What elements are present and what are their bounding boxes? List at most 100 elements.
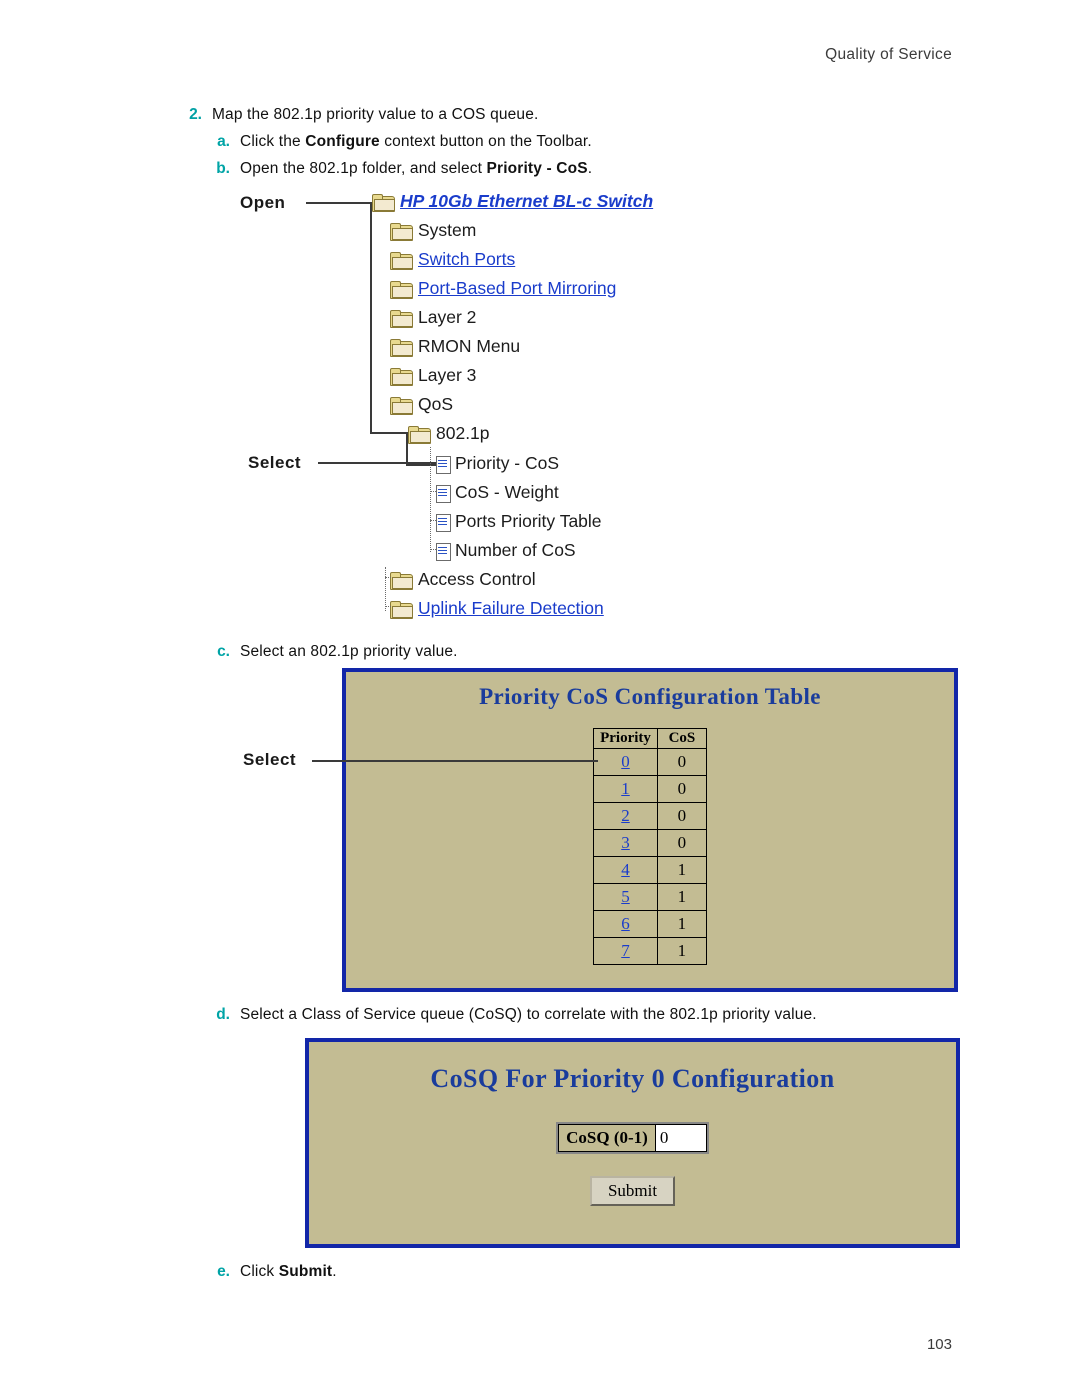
step-e: e. Click Submit. (208, 1262, 337, 1283)
tree-item-label: Switch Ports (418, 249, 516, 269)
tree-item-label: Layer 3 (418, 365, 477, 385)
folder-icon (390, 571, 413, 590)
table-row: 7 1 (593, 937, 707, 965)
priority-cell[interactable]: 1 (593, 775, 658, 803)
document-icon (435, 513, 451, 532)
tree-item-system[interactable]: System (390, 220, 476, 241)
tree-item-label: Ports Priority Table (455, 511, 602, 531)
tree-branch-8021p (370, 432, 408, 434)
tree-item-label: System (418, 220, 477, 240)
step-e-text: Click Submit. (240, 1262, 337, 1283)
step-a-bold: Configure (305, 133, 380, 150)
priority-link[interactable]: 5 (621, 887, 630, 906)
running-head: Quality of Service (825, 46, 952, 63)
priority-link[interactable]: 4 (621, 860, 630, 879)
step-c-marker: c. (217, 643, 230, 660)
step-b-text: Open the 802.1p folder, and select Prior… (240, 159, 592, 180)
tree-item-priority-cos[interactable]: Priority - CoS (435, 453, 559, 474)
tree-item-8021p[interactable]: 802.1p (408, 423, 490, 444)
step-a-marker: a. (217, 133, 230, 150)
priority-cos-panel: Priority CoS Configuration Table Priorit… (342, 668, 958, 992)
submit-button[interactable]: Submit (589, 1176, 676, 1206)
step-a-pre: Click the (240, 133, 306, 150)
table-row: 5 1 (593, 883, 707, 911)
tree-item-cos-weight[interactable]: CoS - Weight (435, 482, 559, 503)
table-row: 3 0 (593, 829, 707, 857)
step-c: c. Select an 802.1p priority value. (208, 642, 458, 663)
step-a: a. Click the Configure context button on… (208, 132, 592, 153)
priority-link[interactable]: 7 (621, 941, 630, 960)
cos-cell: 0 (656, 748, 707, 776)
tree-item-label: Uplink Failure Detection (418, 598, 604, 618)
priority-link[interactable]: 6 (621, 914, 630, 933)
table-header-row: Priority CoS (593, 728, 707, 749)
navigation-tree-figure: Open Select HP 10Gb Ethernet BL-c Switch… (240, 185, 860, 635)
folder-icon (372, 193, 395, 212)
table-row: 6 1 (593, 910, 707, 938)
priority-cos-table: Priority CoS 0 0 1 0 2 0 3 0 4 1 5 1 6 1… (593, 728, 707, 965)
tree-item-label: Layer 2 (418, 307, 477, 327)
step-b-post: . (587, 160, 593, 177)
priority-cell[interactable]: 6 (593, 910, 658, 938)
tree-item-layer-2[interactable]: Layer 2 (390, 307, 476, 328)
folder-icon (390, 309, 413, 328)
tree-dotted-tick (385, 606, 391, 607)
cosq-input[interactable] (654, 1124, 707, 1152)
tree-item-switch-ports[interactable]: Switch Ports (390, 249, 515, 270)
cos-cell: 1 (656, 856, 707, 884)
select-callout-label: Select (248, 453, 302, 472)
open-callout-label: Open (240, 193, 286, 212)
tree-trunk-line (370, 202, 372, 434)
priority-link[interactable]: 1 (621, 779, 630, 798)
priority-cell[interactable]: 2 (593, 802, 658, 830)
step-e-post: . (332, 1263, 337, 1280)
priority-link[interactable]: 2 (621, 806, 630, 825)
priority-cell[interactable]: 7 (593, 937, 658, 965)
table-row: 2 0 (593, 802, 707, 830)
cos-cell: 1 (656, 910, 707, 938)
step-2-marker: 2. (189, 106, 202, 123)
step-2: 2. Map the 802.1p priority value to a CO… (180, 105, 538, 126)
tree-item-label: 802.1p (436, 423, 490, 443)
tree-item-ports-priority-table[interactable]: Ports Priority Table (435, 511, 602, 532)
tree-item-root[interactable]: HP 10Gb Ethernet BL-c Switch (372, 191, 653, 212)
tree-item-label: Number of CoS (455, 540, 576, 560)
step-d-marker: d. (216, 1006, 230, 1023)
tree-item-access-control[interactable]: Access Control (390, 569, 536, 590)
folder-icon (390, 367, 413, 386)
priority-link[interactable]: 0 (621, 752, 630, 771)
cos-cell: 1 (656, 883, 707, 911)
column-header-priority: Priority (593, 728, 658, 749)
cosq-field-label: CoSQ (0-1) (558, 1124, 655, 1152)
table-row: 4 1 (593, 856, 707, 884)
tree-dotted-tick (430, 520, 436, 521)
cos-cell: 1 (656, 937, 707, 965)
folder-icon (390, 222, 413, 241)
document-icon (435, 455, 451, 474)
step-2-text: Map the 802.1p priority value to a COS q… (212, 106, 539, 123)
tree-dotted-line (385, 567, 386, 611)
tree-item-qos[interactable]: QoS (390, 394, 453, 415)
priority-cell[interactable]: 4 (593, 856, 658, 884)
tree-item-uplink-failure-detection[interactable]: Uplink Failure Detection (390, 598, 604, 619)
tree-item-label: Access Control (418, 569, 536, 589)
folder-icon (390, 396, 413, 415)
cosq-field[interactable]: CoSQ (0-1) (556, 1122, 709, 1154)
priority-cell[interactable]: 5 (593, 883, 658, 911)
folder-icon (390, 600, 413, 619)
tree-item-rmon-menu[interactable]: RMON Menu (390, 336, 520, 357)
tree-item-label: CoS - Weight (455, 482, 559, 502)
tree-item-layer-3[interactable]: Layer 3 (390, 365, 476, 386)
tree-item-port-based-port-mirroring[interactable]: Port-Based Port Mirroring (390, 278, 616, 299)
cosq-panel-title: CoSQ For Priority 0 Configuration (430, 1064, 835, 1093)
priority-link[interactable]: 3 (621, 833, 630, 852)
tree-dotted-tick (385, 577, 391, 578)
page-number: 103 (926, 1336, 952, 1353)
priority-cell[interactable]: 0 (593, 748, 658, 776)
priority-cell[interactable]: 3 (593, 829, 658, 857)
cos-cell: 0 (656, 775, 707, 803)
table-row: 1 0 (593, 775, 707, 803)
step-e-pre: Click (240, 1263, 279, 1280)
step-e-marker: e. (217, 1263, 230, 1280)
tree-item-number-of-cos[interactable]: Number of CoS (435, 540, 576, 561)
